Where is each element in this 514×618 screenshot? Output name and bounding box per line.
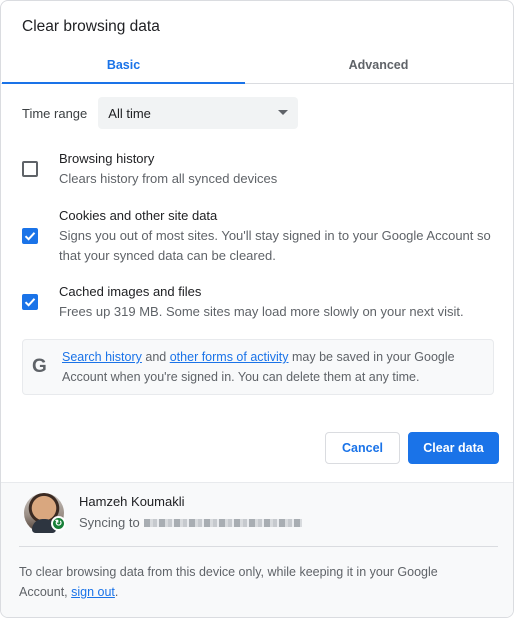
account-name: Hamzeh Koumakli (79, 494, 185, 509)
checkmark-icon (24, 232, 36, 241)
clear-data-button[interactable]: Clear data (408, 432, 499, 464)
sign-out-link[interactable]: sign out (71, 585, 115, 599)
tab-basic[interactable]: Basic (2, 47, 245, 83)
option-title: Cached images and files (59, 284, 202, 299)
sync-icon: ↻ (51, 516, 66, 531)
google-activity-info-box: G Search history and other forms of acti… (22, 339, 494, 395)
clear-browsing-data-dialog: Clear browsing data Basic Advanced Time … (0, 0, 514, 618)
option-description: Clears history from all synced devices (59, 171, 278, 186)
sync-status: Syncing to (79, 515, 302, 530)
google-g-icon: G (32, 356, 47, 377)
option-title: Cookies and other site data (59, 208, 218, 223)
checkbox-cached-images[interactable] (22, 294, 38, 310)
checkmark-icon (24, 298, 36, 307)
footer-note-suffix: . (114, 585, 119, 599)
footer-divider (19, 546, 498, 547)
option-title: Browsing history (59, 151, 155, 166)
time-range-value: All time (108, 105, 151, 121)
tab-selected-indicator (2, 82, 245, 84)
redacted-email (143, 518, 302, 527)
other-activity-link[interactable]: other forms of activity (170, 350, 289, 364)
tab-bar: Basic Advanced (1, 47, 513, 84)
checkbox-cookies[interactable] (22, 228, 38, 244)
checkbox-browsing-history[interactable] (22, 161, 38, 177)
sync-status-prefix: Syncing to (79, 515, 140, 530)
option-description: Signs you out of most sites. You'll stay… (59, 228, 491, 263)
footer-note: To clear browsing data from this device … (19, 562, 489, 602)
time-range-row: Time range All time (22, 97, 299, 129)
search-history-link[interactable]: Search history (62, 350, 142, 364)
option-browsing-history: Browsing history Clears history from all… (22, 149, 502, 189)
option-description: Frees up 319 MB. Some sites may load mor… (59, 304, 464, 319)
cancel-button[interactable]: Cancel (325, 432, 400, 464)
time-range-label: Time range (22, 105, 88, 121)
time-range-select[interactable]: All time (98, 97, 299, 129)
info-text: Search history and other forms of activi… (62, 347, 482, 387)
info-and-text: and (145, 350, 167, 364)
dropdown-arrow-icon (278, 110, 289, 115)
option-cached-images: Cached images and files Frees up 319 MB.… (22, 282, 502, 322)
tab-advanced[interactable]: Advanced (257, 47, 500, 83)
account-footer: ↻ Hamzeh Koumakli Syncing to To clear br… (1, 482, 513, 617)
dialog-title: Clear browsing data (22, 18, 160, 35)
option-cookies: Cookies and other site data Signs you ou… (22, 206, 502, 266)
